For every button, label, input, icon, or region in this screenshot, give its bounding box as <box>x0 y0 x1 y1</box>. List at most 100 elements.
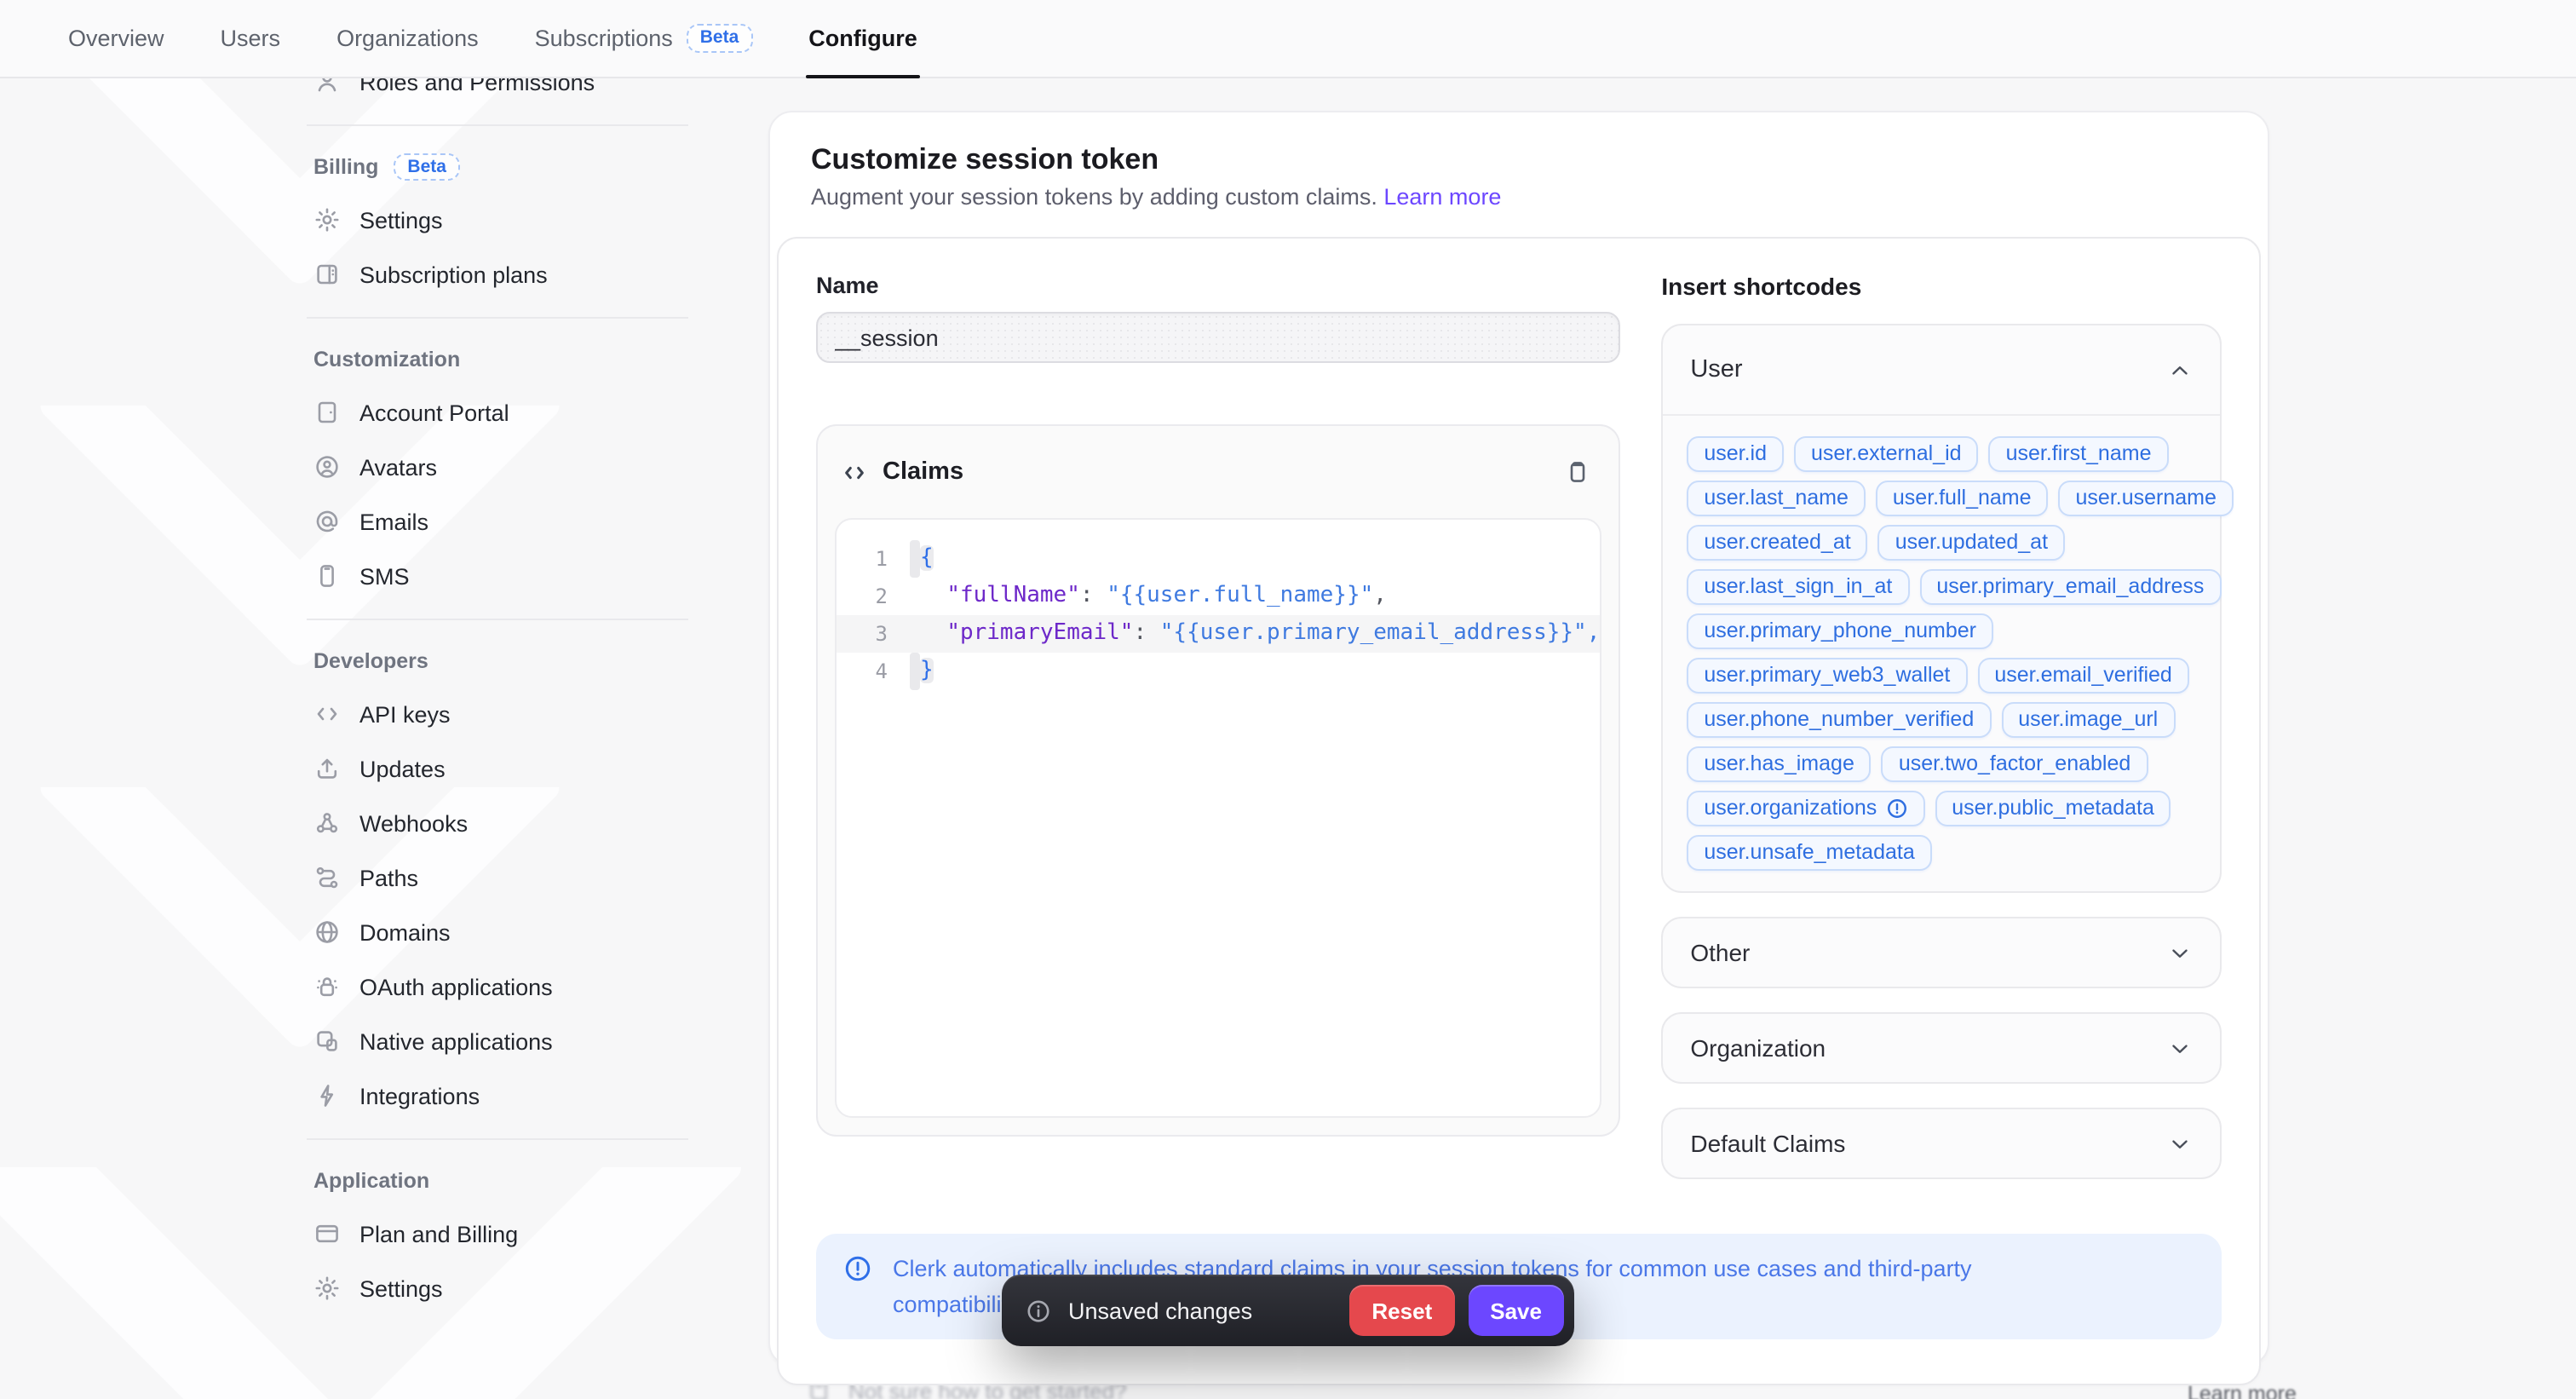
sidebar-item-oauth-applications[interactable]: OAuth applications <box>307 959 688 1014</box>
sidebar-item-native-applications[interactable]: Native applications <box>307 1014 688 1068</box>
shortcode-chip-user-has-image[interactable]: user.has_image <box>1687 746 1872 782</box>
code-line-3: 3 "primaryEmail": "{{user.primary_email_… <box>837 615 1600 653</box>
sidebar-item-account-portal[interactable]: Account Portal <box>307 385 688 440</box>
sidebar-item-emails[interactable]: Emails <box>307 494 688 549</box>
session-token-card: Name Claims 1{2 "fullName": "{ <box>777 237 2261 1385</box>
learn-more-link[interactable]: Learn more <box>1383 184 1501 210</box>
sidebar-item-subscription-plans[interactable]: Subscription plans <box>307 247 688 302</box>
sidebar-section-header-customization: Customization <box>307 334 688 385</box>
sidebar-item-label: Native applications <box>359 1028 553 1054</box>
shortcode-chip-user-two-factor-enabled[interactable]: user.two_factor_enabled <box>1882 746 2148 782</box>
sms-icon <box>313 562 341 590</box>
code-text: "primaryEmail": "{{user.primary_email_ad… <box>920 615 1600 653</box>
line-number: 3 <box>837 615 910 653</box>
chip-label: user.created_at <box>1704 530 1850 554</box>
claims-header: Claims <box>835 426 1601 518</box>
code-text: { <box>920 540 934 578</box>
sidebar-item-paths[interactable]: Paths <box>307 850 688 905</box>
shortcode-chip-user-updated-at[interactable]: user.updated_at <box>1878 525 2065 561</box>
webhook-icon <box>313 809 341 837</box>
nav-tab-users[interactable]: Users <box>221 0 281 77</box>
shortcode-chip-user-public-metadata[interactable]: user.public_metadata <box>1935 791 2171 826</box>
shortcode-chip-user-primary-phone-number[interactable]: user.primary_phone_number <box>1687 613 1993 649</box>
shortcode-chip-user-unsafe-metadata[interactable]: user.unsafe_metadata <box>1687 835 1931 871</box>
shortcode-chip-user-primary-web3-wallet[interactable]: user.primary_web3_wallet <box>1687 658 1967 694</box>
shortcode-chip-user-last-sign-in-at[interactable]: user.last_sign_in_at <box>1687 569 1909 605</box>
chip-label: user.primary_email_address <box>1936 574 2204 598</box>
alert-circle-icon <box>1885 797 1907 819</box>
sidebar-section-label: Application <box>313 1169 429 1193</box>
accordion-header-organization[interactable]: Organization <box>1663 1014 2220 1082</box>
shortcode-chip-user-full-name[interactable]: user.full_name <box>1876 481 2049 516</box>
chip-label: user.last_name <box>1704 486 1849 510</box>
copy-button[interactable] <box>1561 455 1595 489</box>
sidebar-section-header-billing: Billing Beta <box>307 141 688 193</box>
token-editor-column: Name Claims 1{2 "fullName": "{ <box>816 273 1620 1137</box>
code-line-2: 2 "fullName": "{{user.full_name}}", <box>837 578 1600 615</box>
chip-row: user.last_nameuser.full_nameuser.usernam… <box>1687 481 2196 516</box>
sidebar-item-label: Integrations <box>359 1083 480 1108</box>
sidebar-item-settings[interactable]: Settings <box>307 1261 688 1316</box>
shortcode-chip-user-created-at[interactable]: user.created_at <box>1687 525 1867 561</box>
page-title: Customize session token <box>811 143 2261 177</box>
subscription-plans-icon <box>313 261 341 288</box>
sidebar-nav: Roles and PermissionsBillingBetaSettings… <box>307 55 688 1316</box>
beta-badge: Beta <box>687 25 753 53</box>
sidebar-item-label: Emails <box>359 509 428 534</box>
chip-row: user.phone_number_verified user.image_url <box>1687 702 2196 738</box>
chip-label: user.image_url <box>2018 707 2158 731</box>
shortcode-chip-user-email-verified[interactable]: user.email_verified <box>1977 658 2188 694</box>
chip-row: user.id user.external_id user.first_name <box>1687 436 2196 472</box>
line-number: 2 <box>837 578 910 615</box>
nav-tab-label: Organizations <box>336 26 479 51</box>
sidebar-item-settings[interactable]: Settings <box>307 193 688 247</box>
nav-tab-label: Overview <box>68 26 164 51</box>
sidebar-item-plan-and-billing[interactable]: Plan and Billing <box>307 1206 688 1261</box>
sidebar-divider <box>307 317 688 319</box>
chip-label: user.updated_at <box>1895 530 2048 554</box>
sidebar-item-domains[interactable]: Domains <box>307 905 688 959</box>
sidebar-item-label: Settings <box>359 207 443 233</box>
accordion-header-other[interactable]: Other <box>1663 918 2220 987</box>
top-nav: Overview Users Organizations SubscriptionsB… <box>0 0 2576 78</box>
save-button[interactable]: Save <box>1468 1285 1564 1336</box>
line-number: 1 <box>837 540 910 578</box>
sidebar-item-label: Domains <box>359 919 451 945</box>
sidebar-section-label: Billing <box>313 155 378 179</box>
shortcode-chip-user-organizations[interactable]: user.organizations <box>1687 791 1924 826</box>
sidebar-item-integrations[interactable]: Integrations <box>307 1068 688 1123</box>
shortcode-chip-user-last-name[interactable]: user.last_name <box>1687 481 1866 516</box>
sidebar-item-api-keys[interactable]: API keys <box>307 687 688 741</box>
name-input[interactable] <box>816 312 1620 363</box>
shortcode-chip-user-id[interactable]: user.id <box>1687 436 1784 472</box>
reset-button[interactable]: Reset <box>1349 1285 1454 1336</box>
code-text: } <box>920 653 934 690</box>
shortcode-chip-user-image-url[interactable]: user.image_url <box>2001 702 2175 738</box>
sidebar-divider <box>307 1138 688 1140</box>
shortcode-chip-user-external-id[interactable]: user.external_id <box>1794 436 1979 472</box>
nav-tab-configure[interactable]: Configure <box>808 0 917 77</box>
accordion-header-user[interactable]: User <box>1663 325 2220 414</box>
code-line-4: 4} <box>837 653 1600 690</box>
sidebar-item-webhooks[interactable]: Webhooks <box>307 796 688 850</box>
accordion-header-default-claims[interactable]: Default Claims <box>1663 1109 2220 1177</box>
sidebar-item-label: Account Portal <box>359 400 509 425</box>
shortcode-chip-user-first-name[interactable]: user.first_name <box>1989 436 2169 472</box>
chip-row: user.created_at user.updated_at <box>1687 525 2196 561</box>
credit-card-icon <box>313 1220 341 1247</box>
sidebar-item-label: Updates <box>359 756 446 781</box>
chip-label: user.last_sign_in_at <box>1704 574 1892 598</box>
shortcode-chip-user-primary-email-address[interactable]: user.primary_email_address <box>1919 569 2221 605</box>
nav-tab-subscriptions[interactable]: SubscriptionsBeta <box>535 0 753 77</box>
lightning-icon <box>313 1082 341 1109</box>
code-editor[interactable]: 1 {2 "fullName": "{{user.full_name}}",3 "… <box>835 518 1601 1118</box>
beta-badge: Beta <box>394 153 460 181</box>
shortcode-chip-user-phone-number-verified[interactable]: user.phone_number_verified <box>1687 702 1991 738</box>
nav-tab-organizations[interactable]: Organizations <box>336 0 479 77</box>
alert-circle-icon <box>843 1254 872 1283</box>
sidebar-item-avatars[interactable]: Avatars <box>307 440 688 494</box>
nav-tab-overview[interactable]: Overview <box>68 0 164 77</box>
shortcode-chip-user-username[interactable]: user.username <box>2059 481 2234 516</box>
sidebar-item-sms[interactable]: SMS <box>307 549 688 603</box>
sidebar-item-updates[interactable]: Updates <box>307 741 688 796</box>
